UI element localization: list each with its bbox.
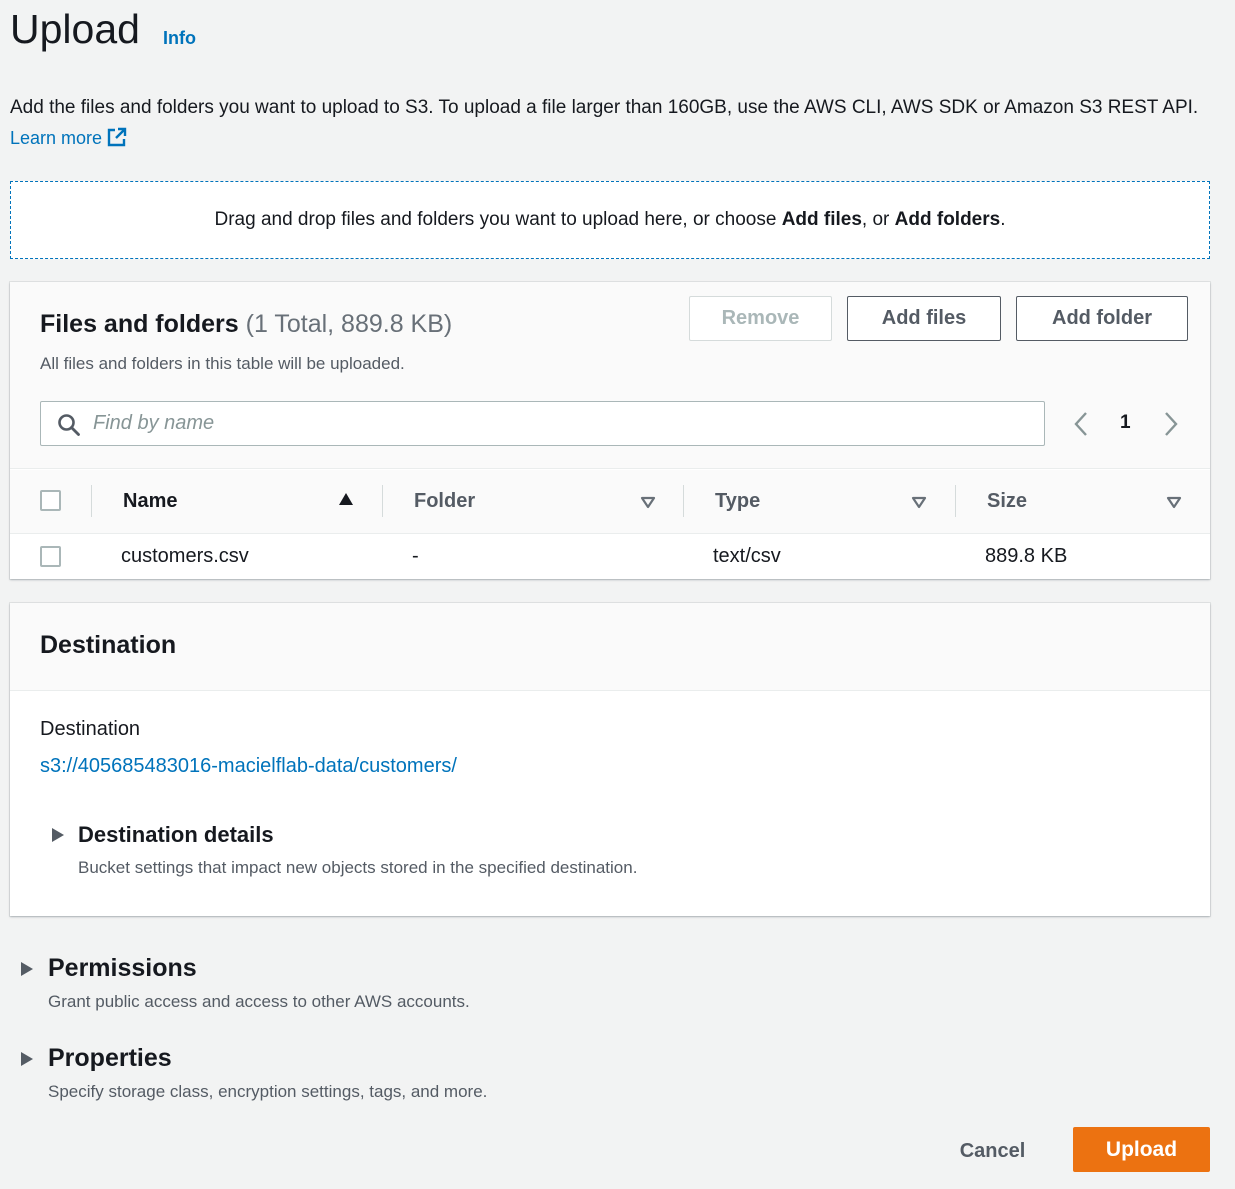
destination-label: Destination [40, 718, 141, 740]
permissions-description: Grant public access and access to other … [48, 992, 470, 1011]
external-link-icon[interactable] [106, 127, 128, 147]
intro-description: Add the files and folders you want to up… [10, 97, 1199, 118]
destination-path-link[interactable]: s3://405685483016-macielflab-data/custom… [40, 755, 457, 778]
sort-icon[interactable] [1166, 496, 1182, 509]
dropzone-text: Drag and drop files and folders you want… [214, 209, 782, 230]
intro-text: Add the files and folders you want to up… [10, 92, 1225, 154]
table-header: Name Folder Type Size [10, 470, 1210, 534]
files-title-text: Files and folders [40, 310, 239, 338]
search-input[interactable] [91, 402, 1031, 445]
caret-right-icon[interactable] [20, 961, 34, 977]
learn-more-label[interactable]: Learn more [10, 128, 102, 148]
select-all-checkbox[interactable] [40, 490, 61, 511]
destination-details-description: Bucket settings that impact new objects … [78, 858, 638, 877]
caret-right-icon[interactable] [51, 827, 65, 843]
destination-details-toggle[interactable]: Destination details [78, 822, 274, 848]
column-divider [91, 485, 92, 517]
cancel-button[interactable]: Cancel [940, 1129, 1045, 1173]
info-link[interactable]: Info [163, 28, 196, 49]
chevron-left-icon[interactable] [1073, 411, 1089, 437]
sort-icon[interactable] [640, 496, 656, 509]
files-panel-subtitle: All files and folders in this table will… [40, 354, 405, 373]
column-divider[interactable] [382, 485, 383, 517]
destination-section-title: Destination [40, 631, 177, 659]
chevron-right-icon[interactable] [1163, 411, 1179, 437]
search-icon [58, 414, 80, 436]
properties-description: Specify storage class, encryption settin… [48, 1082, 488, 1101]
files-panel-title: Files and folders (1 Total, 889.8 KB) [40, 310, 452, 339]
column-header-name[interactable]: Name [123, 490, 177, 513]
files-and-folders-panel: Files and folders (1 Total, 889.8 KB) Al… [10, 282, 1210, 579]
column-divider[interactable] [683, 485, 684, 517]
add-folder-button[interactable]: Add folder [1016, 296, 1188, 341]
dropzone-add-folders: Add folders [894, 209, 1001, 230]
row-checkbox[interactable] [40, 546, 61, 567]
cell-folder: - [412, 545, 419, 567]
page-number[interactable]: 1 [1120, 412, 1131, 434]
upload-button[interactable]: Upload [1073, 1127, 1210, 1172]
caret-right-icon[interactable] [20, 1051, 34, 1067]
destination-panel-header: Destination [10, 603, 1210, 691]
add-files-button[interactable]: Add files [847, 296, 1001, 341]
drop-zone[interactable]: Drag and drop files and folders you want… [10, 181, 1210, 259]
table-row[interactable]: customers.csv - text/csv 889.8 KB [10, 535, 1210, 579]
dropzone-end: . [1000, 209, 1006, 230]
column-header-size[interactable]: Size [987, 490, 1027, 513]
files-count: (1 Total, 889.8 KB) [245, 310, 453, 338]
cell-type: text/csv [713, 545, 781, 567]
permissions-toggle[interactable]: Permissions [48, 954, 197, 983]
column-header-type[interactable]: Type [715, 490, 760, 513]
search-box[interactable] [40, 401, 1045, 446]
sort-ascending-icon[interactable] [338, 492, 354, 506]
files-panel-header: Files and folders (1 Total, 889.8 KB) Al… [10, 282, 1210, 469]
cell-name: customers.csv [121, 545, 249, 567]
destination-panel: Destination Destination s3://40568548301… [10, 603, 1210, 916]
column-header-folder[interactable]: Folder [414, 490, 475, 513]
sort-icon[interactable] [911, 496, 927, 509]
column-divider[interactable] [955, 485, 956, 517]
dropzone-separator: , or [861, 209, 895, 230]
dropzone-add-files: Add files [781, 209, 862, 230]
properties-toggle[interactable]: Properties [48, 1044, 172, 1073]
page-title: Upload [10, 6, 140, 52]
cell-size: 889.8 KB [985, 545, 1068, 567]
learn-more-link[interactable]: Learn more [10, 127, 128, 148]
remove-button[interactable]: Remove [689, 296, 832, 341]
